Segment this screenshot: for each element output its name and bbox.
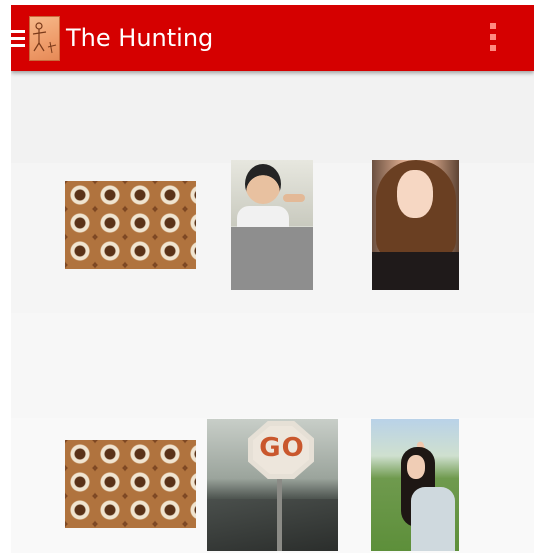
gallery-spacer	[11, 71, 534, 163]
gallery-image-donuts[interactable]	[65, 440, 196, 528]
gallery-spacer	[11, 313, 534, 418]
app-screen: The Hunting GO	[11, 5, 534, 553]
gallery-image-woman-portrait[interactable]	[372, 160, 459, 290]
hamburger-menu-icon[interactable]	[11, 30, 27, 50]
image-placeholder	[231, 227, 313, 290]
app-logo[interactable]	[29, 16, 60, 61]
logo-figure-icon	[32, 22, 57, 54]
vertical-dots-icon[interactable]	[489, 23, 497, 55]
gallery-image-go-sign[interactable]: GO	[207, 419, 338, 551]
app-title: The Hunting	[66, 24, 214, 52]
gallery-image-woman-outdoors[interactable]	[371, 419, 459, 551]
app-bar: The Hunting	[11, 5, 534, 71]
gallery-image-donuts[interactable]	[65, 181, 196, 269]
gallery-image-child[interactable]	[231, 160, 313, 290]
sign-text: GO	[259, 433, 305, 463]
